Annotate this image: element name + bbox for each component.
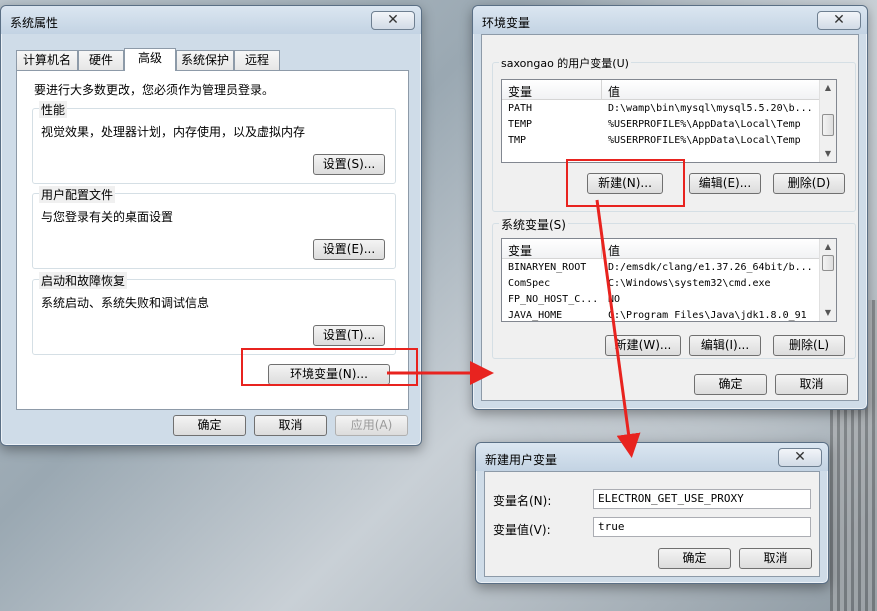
list-item[interactable]: ComSpec C:\Windows\system32\cmd.exe (502, 276, 836, 292)
tab-hardware[interactable]: 硬件 (78, 50, 124, 70)
list-item[interactable]: JAVA_HOME C:\Program Files\Java\jdk1.8.0… (502, 308, 836, 321)
column-value[interactable]: 值 (608, 242, 620, 259)
close-button[interactable]: ✕ (371, 11, 415, 30)
apply-button[interactable]: 应用(A) (335, 415, 408, 436)
ok-button[interactable]: 确定 (173, 415, 246, 436)
var-value: D:/emsdk/clang/e1.37.26_64bit/b... (608, 262, 813, 273)
var-name: FP_NO_HOST_C... (508, 294, 599, 305)
performance-label: 性能 (39, 101, 68, 118)
user-variables-list[interactable]: 变量 值 PATH D:\wamp\bin\mysql\mysql5.5.20\… (501, 79, 837, 163)
close-button[interactable]: ✕ (817, 11, 861, 30)
list-item[interactable]: FP_NO_HOST_C... NO (502, 292, 836, 308)
cancel-button[interactable]: 取消 (775, 374, 848, 395)
titlebar: 系统属性 ✕ (1, 6, 421, 34)
admin-note: 要进行大多数更改，您必须作为管理员登录。 (34, 83, 275, 97)
window-title: 新建用户变量 (485, 453, 558, 467)
user-profiles-settings-button[interactable]: 设置(E)... (313, 239, 385, 260)
system-edit-button[interactable]: 编辑(I)... (689, 335, 761, 356)
performance-group: 性能 视觉效果，处理器计划，内存使用，以及虚拟内存 设置(S)... (32, 101, 396, 184)
env-client-area: saxongao 的用户变量(U) 变量 值 PATH D:\wamp\bin\… (481, 34, 859, 401)
scroll-thumb[interactable] (822, 255, 834, 271)
chevron-up-icon[interactable]: ▲ (820, 239, 836, 255)
startup-recovery-settings-button[interactable]: 设置(T)... (313, 325, 385, 346)
chevron-down-icon[interactable]: ▼ (820, 305, 836, 321)
var-name: ComSpec (508, 278, 551, 289)
close-button[interactable]: ✕ (778, 448, 822, 467)
column-variable[interactable]: 变量 (508, 242, 532, 259)
column-value[interactable]: 值 (608, 83, 620, 100)
close-icon: ✕ (833, 12, 845, 28)
new-user-variable-window: 新建用户变量 ✕ 变量名(N): ELECTRON_GET_USE_PROXY … (475, 442, 829, 584)
system-variables-list[interactable]: 变量 值 BINARYEN_ROOT D:/emsdk/clang/e1.37.… (501, 238, 837, 322)
var-name: PATH (508, 103, 533, 114)
var-value: %USERPROFILE%\AppData\Local\Temp (608, 135, 801, 146)
var-value: D:\wamp\bin\mysql\mysql5.5.20\b... (608, 103, 813, 114)
system-variables-group: 系统变量(S) 变量 值 BINARYEN_ROOT D:/emsdk/clan… (492, 216, 856, 359)
list-header: 变量 值 (502, 80, 821, 100)
var-name: JAVA_HOME (508, 310, 563, 321)
new-button-highlight (566, 159, 685, 207)
var-name: TEMP (508, 119, 533, 130)
vertical-scrollbar[interactable]: ▲ ▼ (819, 239, 836, 321)
variable-value-field[interactable]: true (593, 517, 811, 537)
close-icon: ✕ (794, 449, 806, 465)
user-variables-label: saxongao 的用户变量(U) (499, 55, 631, 71)
list-item[interactable]: TEMP %USERPROFILE%\AppData\Local\Temp (502, 117, 836, 133)
var-name: BINARYEN_ROOT (508, 262, 587, 273)
startup-recovery-label: 启动和故障恢复 (39, 272, 128, 289)
user-edit-button[interactable]: 编辑(E)... (689, 173, 761, 194)
system-new-button[interactable]: 新建(W)... (605, 335, 681, 356)
vertical-scrollbar[interactable]: ▲ ▼ (819, 80, 836, 162)
startup-recovery-desc: 系统启动、系统失败和调试信息 (41, 296, 210, 310)
column-variable[interactable]: 变量 (508, 83, 532, 100)
close-icon: ✕ (387, 12, 399, 28)
list-header: 变量 值 (502, 239, 821, 259)
system-delete-button[interactable]: 删除(L) (773, 335, 845, 356)
variable-name-field[interactable]: ELECTRON_GET_USE_PROXY (593, 489, 811, 509)
tab-advanced[interactable]: 高级 (124, 48, 176, 71)
startup-recovery-group: 启动和故障恢复 系统启动、系统失败和调试信息 设置(T)... (32, 272, 396, 355)
list-item[interactable]: BINARYEN_ROOT D:/emsdk/clang/e1.37.26_64… (502, 260, 836, 276)
var-name: TMP (508, 135, 527, 146)
titlebar: 新建用户变量 ✕ (476, 443, 828, 471)
tab-system-protection[interactable]: 系统保护 (176, 50, 234, 70)
window-title: 环境变量 (482, 16, 531, 30)
window-title: 系统属性 (10, 16, 59, 30)
cancel-button[interactable]: 取消 (739, 548, 812, 569)
user-profiles-label: 用户配置文件 (39, 186, 116, 203)
list-item[interactable]: PATH D:\wamp\bin\mysql\mysql5.5.20\b... (502, 101, 836, 117)
dialog-client-area: 变量名(N): ELECTRON_GET_USE_PROXY 变量值(V): t… (484, 471, 820, 577)
variable-value-label: 变量值(V): (493, 523, 551, 537)
chevron-up-icon[interactable]: ▲ (820, 80, 836, 96)
tab-remote[interactable]: 远程 (234, 50, 280, 70)
tab-computer-name[interactable]: 计算机名 (16, 50, 78, 70)
environment-variables-window: 环境变量 ✕ saxongao 的用户变量(U) 变量 值 PATH D:\wa… (472, 5, 868, 410)
var-value: C:\Program Files\Java\jdk1.8.0_91 (608, 310, 807, 321)
system-variables-label: 系统变量(S) (499, 216, 568, 233)
var-value: NO (608, 294, 621, 305)
cancel-button[interactable]: 取消 (254, 415, 327, 436)
var-value: C:\Windows\system32\cmd.exe (608, 278, 771, 289)
user-delete-button[interactable]: 删除(D) (773, 173, 845, 194)
chevron-down-icon[interactable]: ▼ (820, 146, 836, 162)
titlebar: 环境变量 ✕ (473, 6, 867, 34)
ok-button[interactable]: 确定 (694, 374, 767, 395)
ok-button[interactable]: 确定 (658, 548, 731, 569)
variable-name-label: 变量名(N): (493, 494, 552, 508)
scroll-thumb[interactable] (822, 114, 834, 136)
env-button-highlight (241, 348, 418, 386)
var-value: %USERPROFILE%\AppData\Local\Temp (608, 119, 801, 130)
user-profiles-group: 用户配置文件 与您登录有关的桌面设置 设置(E)... (32, 186, 396, 269)
list-item[interactable]: TMP %USERPROFILE%\AppData\Local\Temp (502, 133, 836, 149)
performance-desc: 视觉效果，处理器计划，内存使用，以及虚拟内存 (41, 125, 306, 139)
performance-settings-button[interactable]: 设置(S)... (313, 154, 385, 175)
user-profiles-desc: 与您登录有关的桌面设置 (41, 210, 174, 224)
